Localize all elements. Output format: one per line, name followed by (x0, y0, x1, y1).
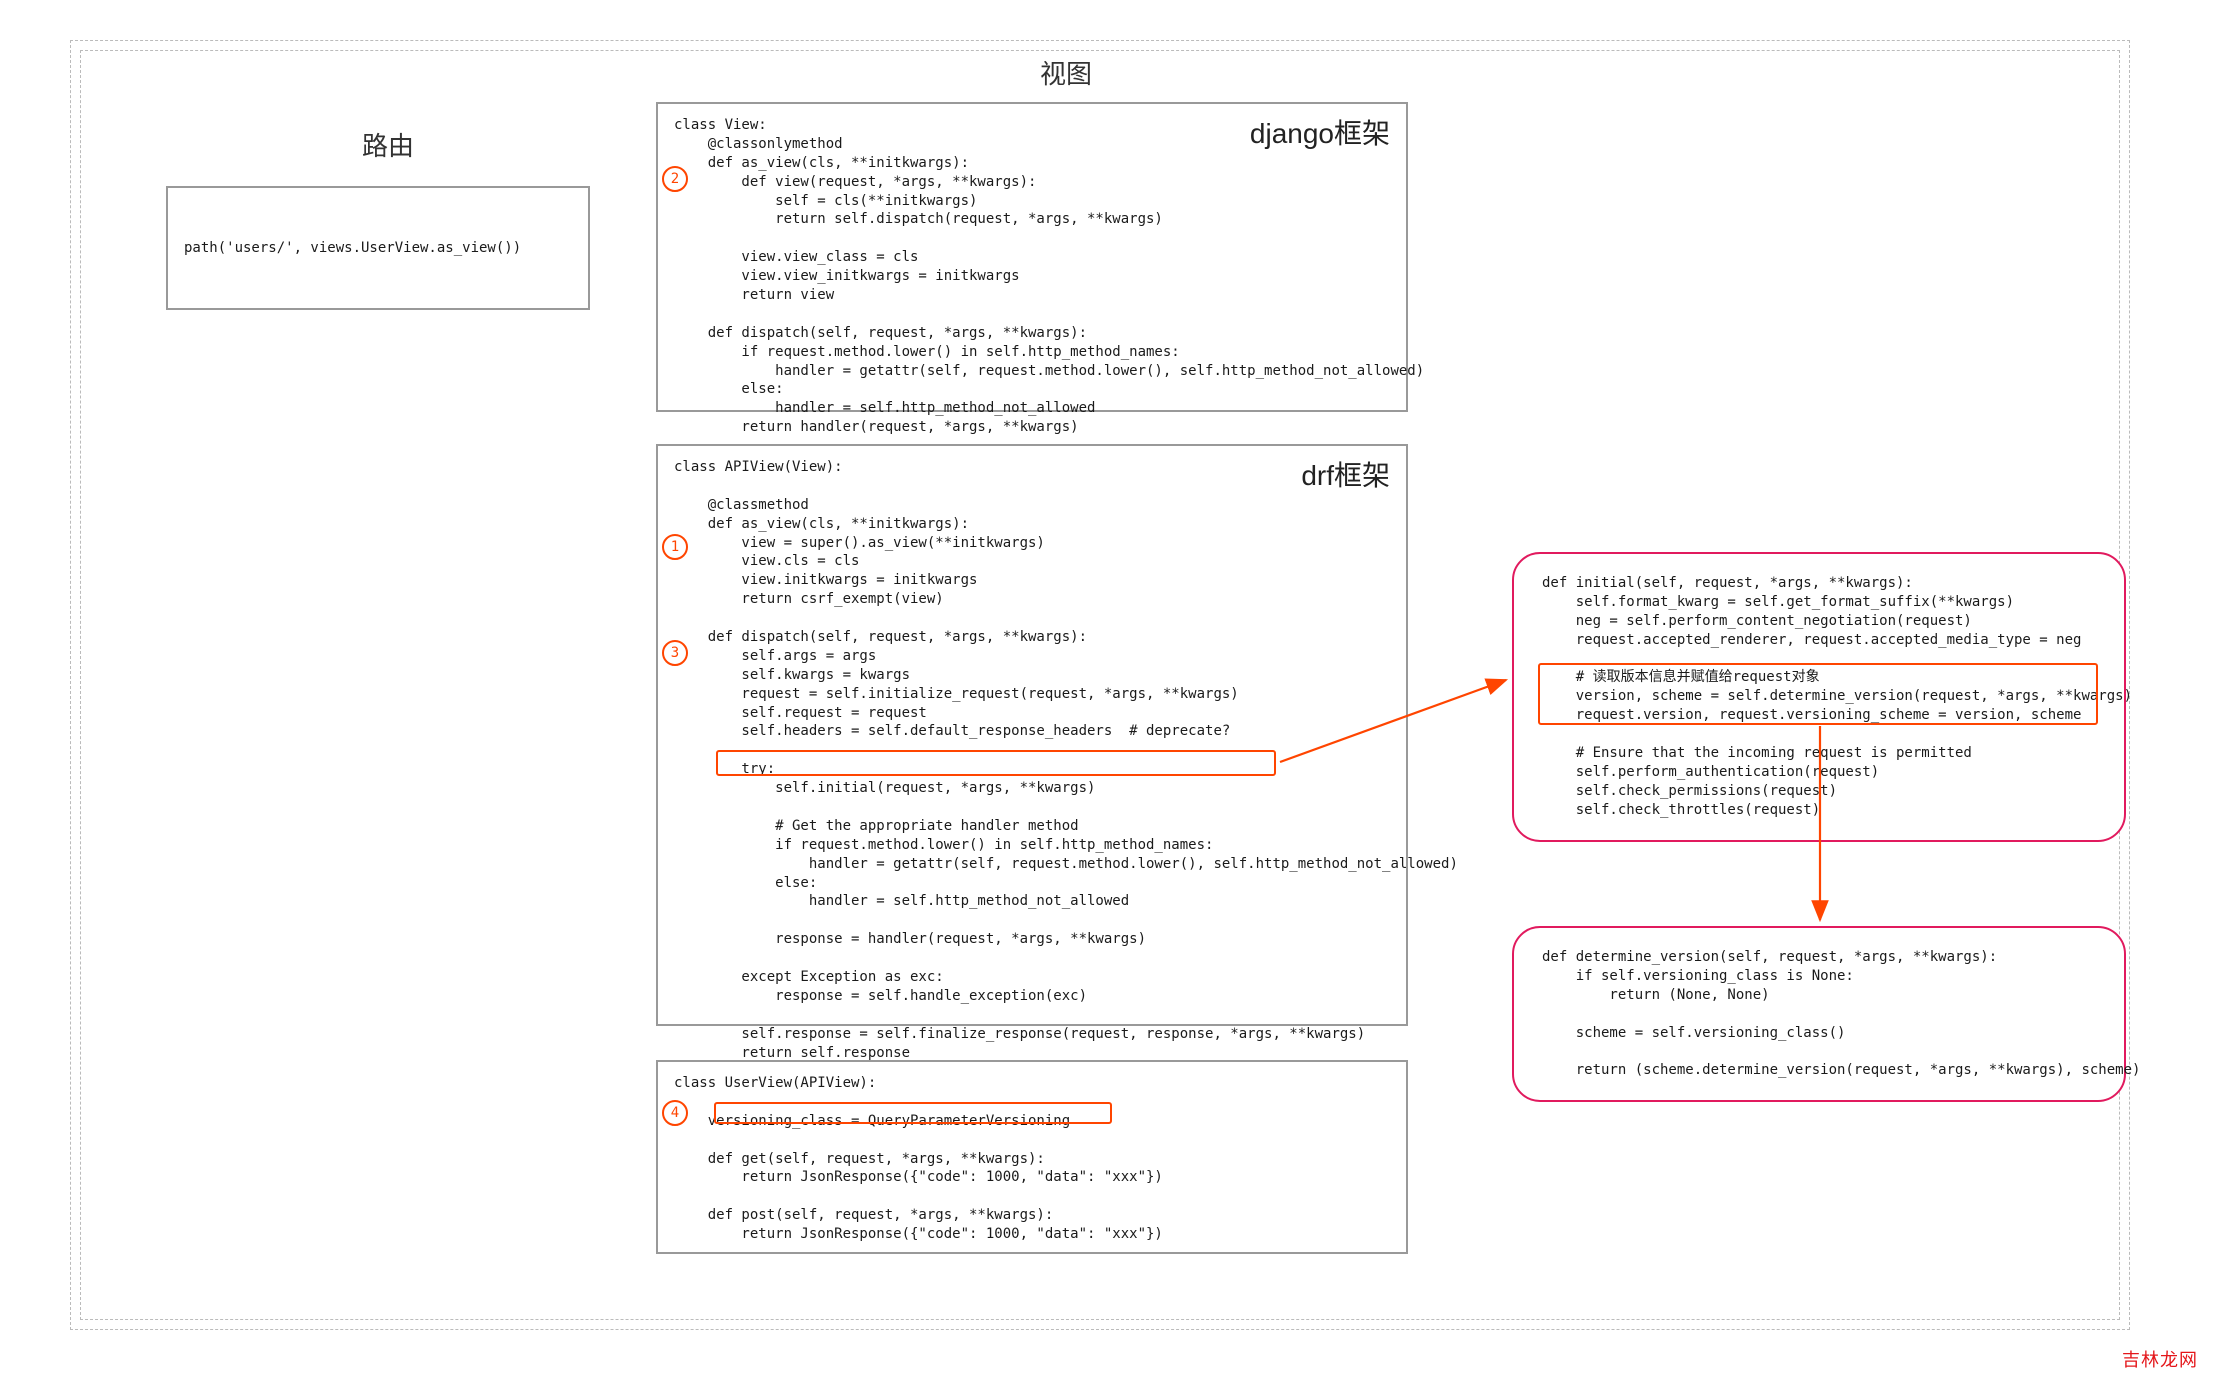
determine-code: def determine_version(self, request, *ar… (1542, 948, 2096, 1080)
circle-3: 3 (662, 640, 688, 666)
circle-1: 1 (662, 534, 688, 560)
circle-2: 2 (662, 166, 688, 192)
django-code: class View: @classonlymethod def as_view… (674, 116, 1390, 437)
django-label: django框架 (1250, 112, 1390, 152)
route-code: path('users/', views.UserView.as_view()) (184, 239, 521, 258)
drf-code: class APIView(View): @classmethod def as… (674, 458, 1390, 1063)
userview-panel: class UserView(APIView): versioning_clas… (656, 1060, 1408, 1254)
django-panel: django框架 class View: @classonlymethod de… (656, 102, 1408, 412)
initial-callout: def initial(self, request, *args, **kwar… (1512, 552, 2126, 842)
title-view: 视图 (1040, 54, 1092, 91)
circle-4: 4 (662, 1100, 688, 1126)
initial-code: def initial(self, request, *args, **kwar… (1542, 574, 2096, 820)
drf-panel: drf框架 class APIView(View): @classmethod … (656, 444, 1408, 1026)
title-route: 路由 (362, 126, 414, 163)
userview-code: class UserView(APIView): versioning_clas… (674, 1074, 1390, 1244)
determine-callout: def determine_version(self, request, *ar… (1512, 926, 2126, 1102)
route-panel: path('users/', views.UserView.as_view()) (166, 186, 590, 310)
watermark: 吉林龙网 (2122, 1346, 2198, 1372)
drf-label: drf框架 (1301, 454, 1390, 494)
